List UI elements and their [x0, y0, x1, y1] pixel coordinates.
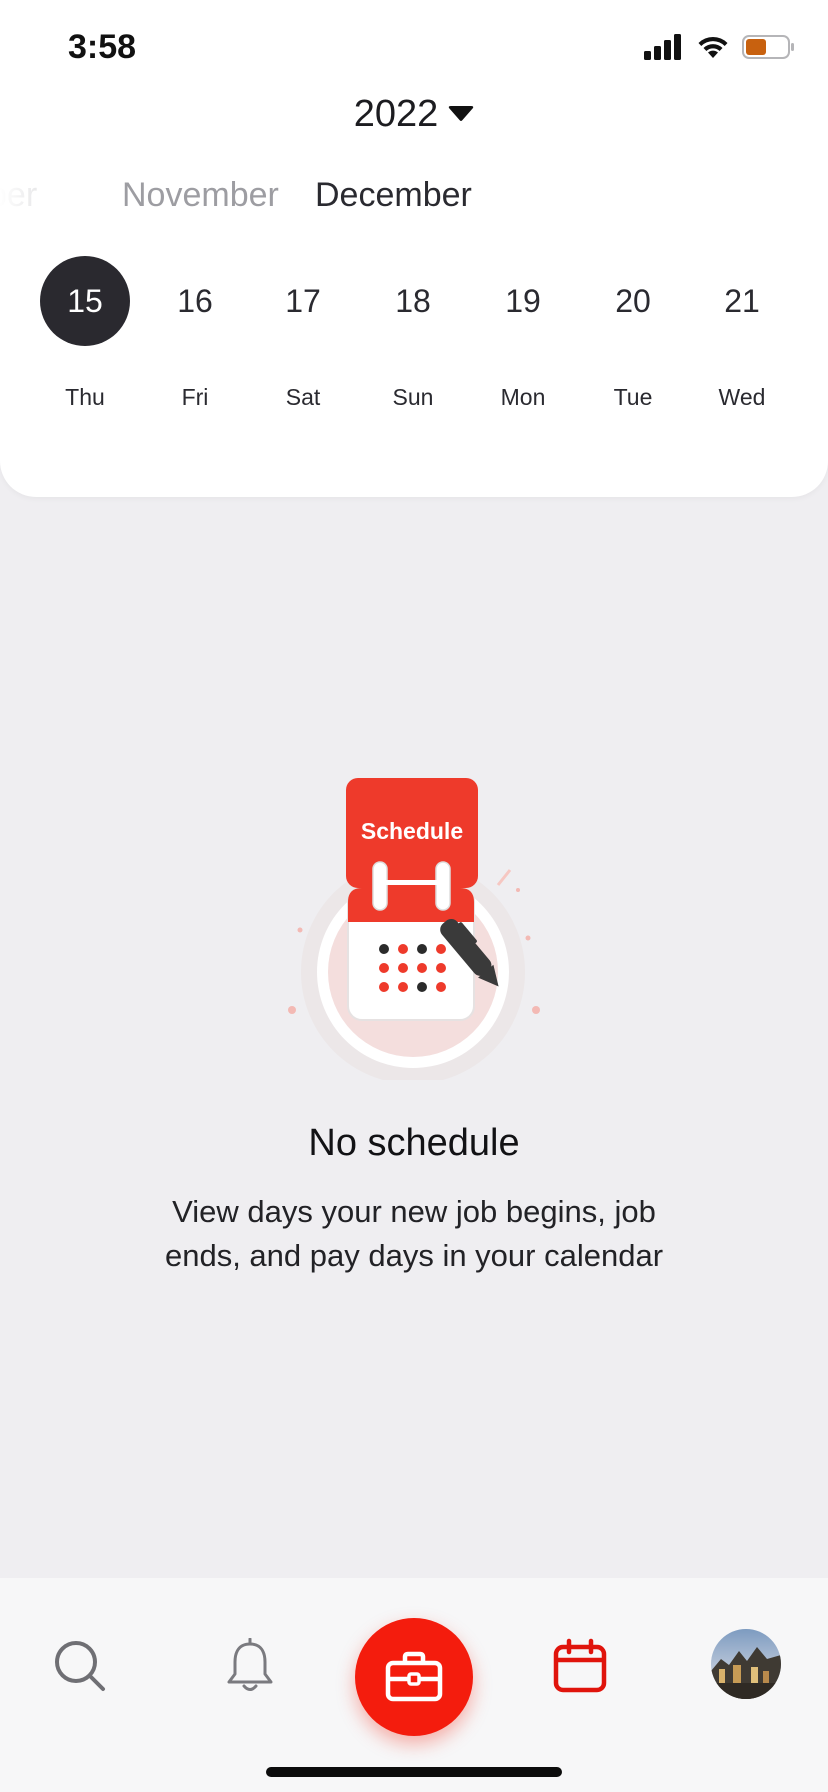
day-21[interactable]: 21 Wed [692, 256, 792, 456]
day-20[interactable]: 20 Tue [583, 256, 683, 456]
day-name: Thu [65, 384, 105, 410]
day-name: Tue [613, 384, 653, 410]
day-name: Wed [718, 384, 766, 410]
schedule-illustration: Schedule [288, 778, 540, 1080]
day-number: 20 [615, 282, 651, 319]
day-name: Sat [285, 384, 321, 410]
illustration-label: Schedule [361, 818, 463, 844]
day-15[interactable]: 15 Thu [35, 256, 135, 456]
month-december[interactable]: December [315, 176, 472, 215]
jobs-fab-button[interactable] [355, 1618, 473, 1736]
day-name: Sun [392, 384, 434, 410]
day-17[interactable]: 17 Sat [253, 256, 353, 456]
day-16[interactable]: 16 Fri [145, 256, 245, 456]
search-icon [55, 1641, 105, 1691]
day-number: 17 [285, 282, 321, 319]
day-name: Mon [500, 384, 546, 410]
signal-icon [644, 34, 681, 60]
status-icons [644, 34, 796, 60]
day-name: Fri [181, 384, 209, 410]
calendar-header-card: 3:58 2022 ber N [0, 0, 828, 497]
day-number: 19 [505, 282, 541, 319]
day-number: 16 [177, 282, 213, 319]
day-19[interactable]: 19 Mon [473, 256, 573, 456]
status-time: 3:58 [68, 28, 137, 66]
month-strip-fade [0, 172, 90, 222]
calendar-icon [553, 1638, 607, 1693]
briefcase-icon [385, 1651, 443, 1702]
day-number: 21 [724, 282, 760, 319]
day-number: 18 [395, 282, 431, 319]
bell-icon [227, 1638, 273, 1691]
avatar [711, 1629, 781, 1699]
month-strip: ber November December [0, 172, 828, 222]
month-november[interactable]: November [122, 176, 279, 215]
nav-search[interactable] [50, 1636, 110, 1696]
empty-state-title: No schedule [308, 1122, 520, 1164]
caret-down-icon [449, 106, 474, 121]
profile-avatar[interactable] [711, 1629, 781, 1699]
status-bar: 3:58 [0, 0, 828, 96]
empty-state-description: View days your new job begins, job ends,… [164, 1194, 664, 1273]
nav-notifications[interactable] [220, 1636, 280, 1696]
days-row: 15 Thu 16 Fri 17 Sat 18 Sun 19 Mon 20 Tu… [0, 256, 828, 456]
day-number: 15 [40, 256, 130, 346]
nav-calendar[interactable] [550, 1636, 610, 1696]
battery-icon [742, 35, 794, 59]
home-indicator [266, 1767, 562, 1777]
day-18[interactable]: 18 Sun [363, 256, 463, 456]
year-label: 2022 [353, 92, 439, 135]
year-selector[interactable]: 2022 [0, 86, 828, 142]
wifi-icon [698, 36, 728, 58]
